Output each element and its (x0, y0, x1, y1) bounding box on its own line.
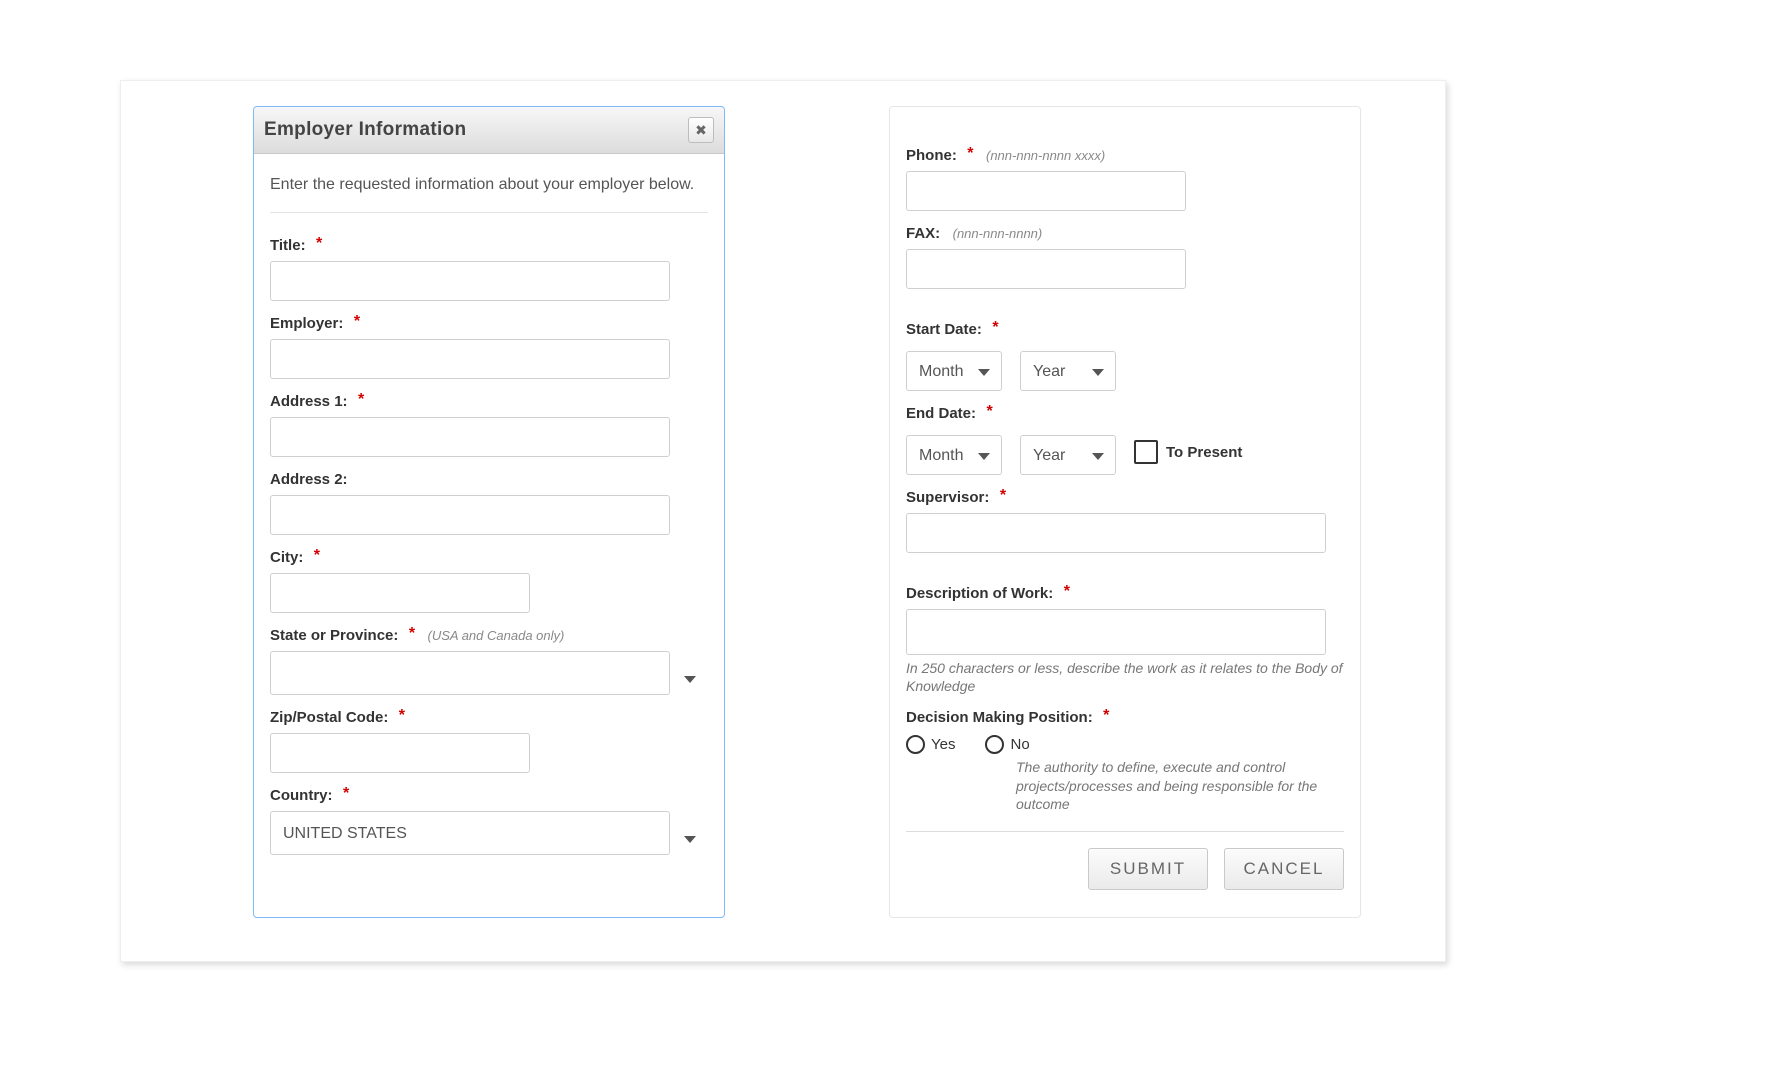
close-button[interactable]: ✖ (688, 117, 714, 143)
start-month-select[interactable]: Month (906, 351, 1002, 391)
title-label: Title: (270, 237, 306, 254)
right-scroll-area[interactable]: Phone: * (nnn-nnn-nnnn xxxx) FAX: (nnn-n… (890, 107, 1360, 917)
country-label: Country: (270, 787, 333, 804)
field-address1: Address 1: * (270, 393, 708, 457)
decision-no-label: No (1010, 736, 1029, 753)
city-label: City: (270, 549, 303, 566)
description-input[interactable] (906, 609, 1326, 655)
field-decision: Decision Making Position: * Yes No The a… (906, 709, 1344, 813)
dialog-title: Employer Information (264, 119, 466, 141)
employer-info-dialog-right: Phone: * (nnn-nnn-nnnn xxxx) FAX: (nnn-n… (889, 106, 1361, 918)
field-description: Description of Work: * In 250 characters… (906, 585, 1344, 695)
state-hint: (USA and Canada only) (428, 628, 565, 643)
fax-input[interactable] (906, 249, 1186, 289)
city-input[interactable] (270, 573, 530, 613)
phone-label: Phone: (906, 147, 957, 164)
end-month-select[interactable]: Month (906, 435, 1002, 475)
to-present-label: To Present (1166, 444, 1242, 461)
field-employer: Employer: * (270, 315, 708, 379)
required-icon: * (354, 313, 360, 330)
description-helper: In 250 characters or less, describe the … (906, 659, 1344, 695)
required-icon: * (967, 145, 973, 162)
field-end-date: End Date: * Month Year To Present (906, 405, 1344, 475)
required-icon: * (358, 391, 364, 408)
required-icon: * (399, 707, 405, 724)
description-label: Description of Work: (906, 585, 1053, 602)
employer-label: Employer: (270, 315, 343, 332)
to-present-checkbox[interactable] (1134, 440, 1158, 464)
left-scroll-area[interactable]: Enter the requested information about yo… (254, 155, 724, 917)
decision-no-radio[interactable]: No (985, 735, 1029, 754)
decision-yes-radio[interactable]: Yes (906, 735, 955, 754)
phone-input[interactable] (906, 171, 1186, 211)
radio-icon (985, 735, 1004, 754)
country-select[interactable]: UNITED STATES (270, 811, 670, 855)
title-input[interactable] (270, 261, 670, 301)
state-select[interactable] (270, 651, 670, 695)
dialog-intro: Enter the requested information about yo… (270, 171, 708, 198)
screenshot-frame: Employer Information ✖ Enter the request… (120, 80, 1446, 962)
start-date-label: Start Date: (906, 321, 982, 338)
field-state: State or Province: * (USA and Canada onl… (270, 627, 708, 695)
radio-icon (906, 735, 925, 754)
field-zip: Zip/Postal Code: * (270, 709, 708, 773)
field-title: Title: * (270, 237, 708, 301)
start-year-select[interactable]: Year (1020, 351, 1116, 391)
required-icon: * (1103, 707, 1109, 724)
address2-label: Address 2: (270, 471, 348, 488)
required-icon: * (409, 625, 415, 642)
field-fax: FAX: (nnn-nnn-nnnn) (906, 225, 1344, 289)
required-icon: * (314, 547, 320, 564)
field-start-date: Start Date: * Month Year (906, 321, 1344, 391)
state-label: State or Province: (270, 627, 398, 644)
address2-input[interactable] (270, 495, 670, 535)
supervisor-input[interactable] (906, 513, 1326, 553)
field-country: Country: * UNITED STATES (270, 787, 708, 855)
required-icon: * (992, 319, 998, 336)
divider (270, 212, 708, 213)
close-icon: ✖ (695, 122, 707, 139)
button-row: SUBMIT CANCEL (906, 831, 1344, 890)
required-icon: * (316, 235, 322, 252)
field-supervisor: Supervisor: * (906, 489, 1344, 553)
decision-helper: The authority to define, execute and con… (906, 758, 1344, 813)
required-icon: * (343, 785, 349, 802)
required-icon: * (986, 403, 992, 420)
required-icon: * (1000, 487, 1006, 504)
cancel-button[interactable]: CANCEL (1224, 848, 1344, 890)
field-address2: Address 2: (270, 471, 708, 535)
zip-input[interactable] (270, 733, 530, 773)
dialog-titlebar: Employer Information ✖ (254, 107, 724, 154)
employer-input[interactable] (270, 339, 670, 379)
supervisor-label: Supervisor: (906, 489, 989, 506)
required-icon: * (1064, 583, 1070, 600)
submit-button[interactable]: SUBMIT (1088, 848, 1208, 890)
field-phone: Phone: * (nnn-nnn-nnnn xxxx) (906, 147, 1344, 211)
field-city: City: * (270, 549, 708, 613)
employer-info-dialog-left: Employer Information ✖ Enter the request… (253, 106, 725, 918)
fax-label: FAX: (906, 225, 940, 242)
end-year-select[interactable]: Year (1020, 435, 1116, 475)
phone-hint: (nnn-nnn-nnnn xxxx) (986, 148, 1105, 163)
address1-input[interactable] (270, 417, 670, 457)
address1-label: Address 1: (270, 393, 348, 410)
end-date-label: End Date: (906, 405, 976, 422)
decision-yes-label: Yes (931, 736, 955, 753)
zip-label: Zip/Postal Code: (270, 709, 388, 726)
decision-label: Decision Making Position: (906, 709, 1093, 726)
fax-hint: (nnn-nnn-nnnn) (953, 226, 1043, 241)
